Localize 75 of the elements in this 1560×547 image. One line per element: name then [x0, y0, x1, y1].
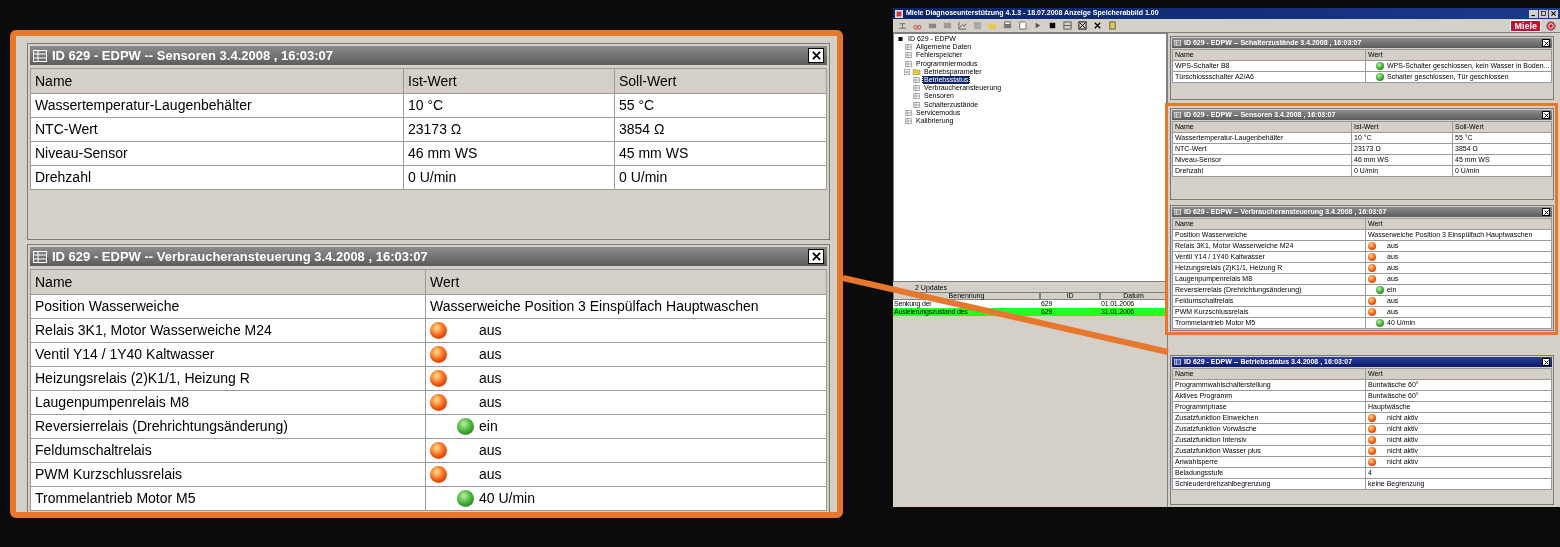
- table-icon: [1174, 209, 1181, 215]
- table-cell: Reversierrelais (Drehrichtungsänderung): [31, 415, 425, 438]
- close-icon: [1543, 209, 1549, 215]
- table-cell: 0 U/min: [404, 166, 614, 189]
- cell-text: aus: [479, 369, 502, 388]
- cell-text: aus: [479, 465, 502, 484]
- table-cell: Feldumschaltrelais: [31, 439, 425, 462]
- close-icon: [811, 51, 821, 60]
- chart-icon: [957, 21, 967, 30]
- app-icon: [895, 9, 903, 18]
- cross-box-icon: [1077, 21, 1087, 30]
- note-icon: [1107, 21, 1117, 30]
- close-icon: [1543, 112, 1549, 118]
- close-button[interactable]: [808, 249, 824, 264]
- cell-text: 40 U/min: [479, 489, 536, 508]
- close-button[interactable]: [1542, 111, 1550, 119]
- bar-icon: [896, 37, 905, 42]
- close-icon: [1543, 359, 1549, 365]
- close-button[interactable]: [1549, 9, 1558, 18]
- card-icon: [942, 21, 952, 30]
- close-button[interactable]: [808, 48, 824, 63]
- minimize-button[interactable]: [1529, 9, 1538, 18]
- panel-title: ID 629 - EDPW -- Verbraucheransteuerung 3.4.2008 , 16:03:07: [52, 247, 428, 266]
- column-header: Wert: [426, 270, 826, 294]
- table-cell: 46 mm WS: [404, 142, 614, 165]
- table-icon: [1174, 40, 1181, 46]
- close-icon: [811, 252, 821, 261]
- column-header: Name: [31, 69, 403, 93]
- cell-text: aus: [479, 321, 502, 340]
- column-header: Name: [31, 270, 425, 294]
- printer-icon: [1002, 21, 1012, 30]
- table-cell: 45 mm WS: [615, 142, 826, 165]
- column-header: Soll-Wert: [615, 69, 826, 93]
- stop-icon: [1047, 21, 1057, 30]
- table-cell: 0 U/min: [615, 166, 826, 189]
- close-button[interactable]: [1542, 358, 1550, 366]
- collapse-icon[interactable]: [904, 68, 910, 75]
- cell-text: aus: [479, 393, 502, 412]
- table-cell: 55 °C: [615, 94, 826, 117]
- table-cell: Drehzahl: [31, 166, 403, 189]
- table-cell: Niveau-Sensor: [31, 142, 403, 165]
- table-cell: Trommelantrieb Motor M5: [31, 487, 425, 510]
- maximize-button[interactable]: [1539, 9, 1548, 18]
- table-icon: [1174, 112, 1181, 118]
- toolbar-button[interactable]: [1077, 20, 1087, 31]
- close-button[interactable]: [1542, 39, 1550, 47]
- table-cell: Wasserweiche Position 3 Einspülfach Hauptwaschen: [426, 295, 826, 318]
- table-cell: 23173 Ω: [404, 118, 614, 141]
- table-cell: PWM Kurzschlussrelais: [31, 463, 425, 486]
- close-button[interactable]: [1542, 208, 1550, 216]
- folder-icon: [912, 68, 921, 76]
- cell-text: aus: [479, 345, 502, 364]
- table-icon: [33, 250, 47, 263]
- table-cell: Laugenpumpenrelais M8: [31, 391, 425, 414]
- cell-text: aus: [479, 441, 502, 460]
- column-header: Ist-Wert: [404, 69, 614, 93]
- table-cell: Ventil Y14 / 1Y40 Kaltwasser: [31, 343, 425, 366]
- document-icon: [1017, 21, 1027, 30]
- panel-title: ID 629 - EDPW -- Sensoren 3.4.2008 , 16:03:07: [52, 46, 334, 65]
- table-cell: Position Wasserweiche: [31, 295, 425, 318]
- folder-icon: [987, 21, 997, 30]
- table-cell: Wassertemperatur-Laugenbehälter: [31, 94, 403, 117]
- brand-logo: Miele: [1510, 19, 1541, 32]
- maximize-icon: [1540, 10, 1547, 17]
- table-cell: Relais 3K1, Motor Wasserweiche M24: [31, 319, 425, 342]
- table-cell: Heizungsrelais (2)K1/1, Heizung R: [31, 367, 425, 390]
- table-icon: [1174, 359, 1181, 365]
- table-cell: 10 °C: [404, 94, 614, 117]
- cell-text: ein: [479, 417, 498, 436]
- table-cell: 3854 Ω: [615, 118, 826, 141]
- table-cell: NTC-Wert: [31, 118, 403, 141]
- close-icon: [1550, 10, 1557, 17]
- toolbar-button[interactable]: [1047, 20, 1057, 31]
- close-icon: [1543, 40, 1549, 46]
- table-icon: [33, 49, 47, 62]
